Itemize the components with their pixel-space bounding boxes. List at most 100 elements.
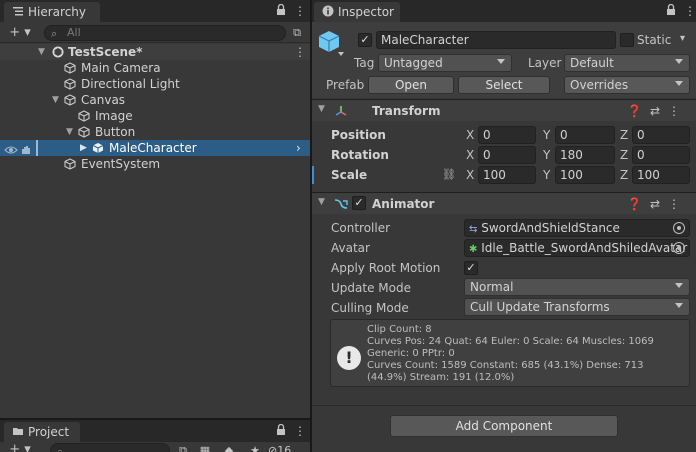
visibility-eye-icon[interactable] [4, 143, 18, 155]
object-picker-icon[interactable] [673, 242, 685, 254]
static-checkbox[interactable] [620, 33, 634, 47]
controller-field[interactable]: ⇆ SwordAndShieldStance [464, 219, 690, 237]
rotation-label[interactable]: Rotation [331, 148, 389, 162]
hidden-count: 16 [277, 444, 292, 452]
scale-y-field[interactable]: 100 [555, 166, 615, 184]
pickable-hand-icon[interactable] [20, 143, 32, 155]
position-z-label[interactable]: Z [620, 128, 628, 142]
create-button[interactable]: + ▾ [6, 25, 34, 41]
avatar-label: Avatar [331, 241, 370, 255]
foldout-arrow-icon[interactable]: ▼ [318, 104, 325, 114]
rotation-y-field[interactable]: 180 [555, 146, 615, 164]
panel-divider[interactable] [310, 0, 312, 452]
culling-mode-dropdown[interactable]: Cull Update Transforms [464, 298, 690, 316]
lock-icon[interactable] [666, 3, 676, 19]
expand-arrow-icon[interactable]: ▼ [38, 44, 45, 60]
transform-axes-icon [334, 104, 348, 121]
rotation-z-label[interactable]: Z [620, 148, 628, 162]
hierarchy-item-event-system[interactable]: EventSystem [0, 156, 310, 172]
scene-kebab-icon[interactable]: ⋮ [294, 44, 306, 60]
static-dropdown-caret-icon[interactable]: ▾ [680, 33, 685, 44]
layer-label: Layer [528, 56, 562, 70]
inspector-panel: Inspector ⋮ ✓ MaleCharacter Static ▾ Tag… [312, 0, 696, 452]
constrain-proportions-icon[interactable]: ⛓ [442, 168, 456, 181]
scale-label[interactable]: Scale [331, 168, 367, 182]
foldout-arrow-icon[interactable]: ▼ [318, 197, 325, 207]
position-x-label[interactable]: X [466, 128, 474, 142]
kebab-menu-icon[interactable]: ⋮ [294, 424, 306, 438]
prefab-open-button[interactable]: Open [368, 76, 454, 94]
hierarchy-item-male-character[interactable]: ▶ MaleCharacter › [0, 140, 310, 156]
project-search-input[interactable]: ⌕ [50, 443, 170, 452]
hierarchy-item-main-camera[interactable]: Main Camera [0, 60, 310, 76]
apply-root-motion-checkbox[interactable]: ✓ [464, 261, 478, 275]
kebab-menu-icon[interactable]: ⋮ [668, 104, 688, 118]
position-x-field[interactable]: 0 [478, 126, 536, 144]
tag-icon[interactable]: ◆ [220, 443, 238, 452]
prefab-select-button[interactable]: Select [458, 76, 550, 94]
animator-header[interactable]: ▼ ✓ Animator ❓⇄⋮ [312, 192, 696, 214]
position-y-field[interactable]: 0 [555, 126, 615, 144]
tab-project[interactable]: Project [4, 422, 80, 442]
presets-icon[interactable]: ⇄ [650, 104, 668, 118]
lock-icon[interactable] [276, 3, 286, 19]
search-by-type-icon[interactable]: ⧉ [174, 443, 192, 452]
transform-header[interactable]: ▼ Transform ❓⇄⋮ [312, 99, 696, 121]
object-name-field[interactable]: MaleCharacter [376, 31, 616, 49]
gameobject-cube-icon [64, 158, 76, 170]
rotation-y-label[interactable]: Y [543, 148, 550, 162]
static-label: Static [637, 33, 672, 47]
add-component-button[interactable]: Add Component [390, 415, 618, 437]
rotation-z-field[interactable]: 0 [632, 146, 690, 164]
scale-y-label[interactable]: Y [543, 168, 550, 182]
tag-dropdown[interactable]: Untagged [378, 54, 512, 72]
help-icon[interactable]: ❓ [627, 104, 650, 118]
layer-dropdown[interactable]: Default [564, 54, 690, 72]
help-icon[interactable]: ❓ [627, 197, 650, 211]
scene-row[interactable]: ▼ TestScene* ⋮ [0, 44, 310, 60]
kebab-menu-icon[interactable]: ⋮ [668, 197, 688, 211]
icon-dropdown-caret-icon[interactable] [338, 52, 344, 56]
tab-hierarchy[interactable]: Hierarchy [4, 2, 100, 22]
position-label[interactable]: Position [331, 128, 386, 142]
scale-z-field[interactable]: 100 [632, 166, 690, 184]
avatar-field[interactable]: ✱ Idle_Battle_SwordAndShiledAvatar [464, 239, 690, 257]
rotation-x-field[interactable]: 0 [478, 146, 536, 164]
project-create-button[interactable]: + ▾ [6, 442, 34, 452]
presets-icon[interactable]: ⇄ [650, 197, 668, 211]
hierarchy-item-directional-light[interactable]: Directional Light [0, 76, 310, 92]
prefab-cube-icon [92, 142, 104, 154]
object-picker-icon[interactable] [673, 222, 685, 234]
prefab-large-cube-icon[interactable] [318, 30, 340, 57]
rotation-x-label[interactable]: X [466, 148, 474, 162]
avatar-value: Idle_Battle_SwordAndShiledAvatar [481, 241, 688, 255]
expand-arrow-icon[interactable]: ▶ [80, 140, 87, 156]
hierarchy-search-input[interactable]: ⌕ All [44, 25, 286, 41]
open-prefab-chevron-icon[interactable]: › [296, 140, 301, 156]
scale-x-label[interactable]: X [466, 168, 474, 182]
hierarchy-item-image[interactable]: Image [0, 108, 310, 124]
prefab-overrides-dropdown[interactable]: Overrides [564, 76, 690, 94]
scene-visibility-icon[interactable]: ⧉ [288, 25, 306, 41]
tab-inspector[interactable]: Inspector [314, 2, 400, 22]
update-mode-dropdown[interactable]: Normal [464, 278, 690, 296]
gameobject-cube-icon [78, 110, 90, 122]
hierarchy-item-button[interactable]: ▼ Button [0, 124, 310, 140]
active-checkbox[interactable]: ✓ [358, 33, 372, 47]
position-z-field[interactable]: 0 [632, 126, 690, 144]
hierarchy-item-canvas[interactable]: ▼ Canvas [0, 92, 310, 108]
kebab-menu-icon[interactable]: ⋮ [684, 4, 696, 18]
favorite-star-icon[interactable]: ★ [246, 443, 264, 452]
animator-info-text: Clip Count: 8 Curves Pos: 24 Quat: 64 Eu… [367, 324, 683, 384]
expand-arrow-icon[interactable]: ▼ [52, 92, 59, 108]
search-by-label-icon[interactable]: ▦ [196, 443, 214, 452]
scale-z-label[interactable]: Z [620, 168, 628, 182]
kebab-menu-icon[interactable]: ⋮ [294, 4, 306, 18]
expand-arrow-icon[interactable]: ▼ [66, 124, 73, 140]
position-y-label[interactable]: Y [543, 128, 550, 142]
hidden-packages-icon[interactable]: ⊘16 [268, 443, 306, 452]
lock-icon[interactable] [276, 423, 286, 439]
animator-enabled-checkbox[interactable]: ✓ [352, 196, 366, 210]
hierarchy-tree: ▼ TestScene* ⋮ Main Camera Directional L… [0, 42, 310, 418]
scale-x-field[interactable]: 100 [478, 166, 536, 184]
